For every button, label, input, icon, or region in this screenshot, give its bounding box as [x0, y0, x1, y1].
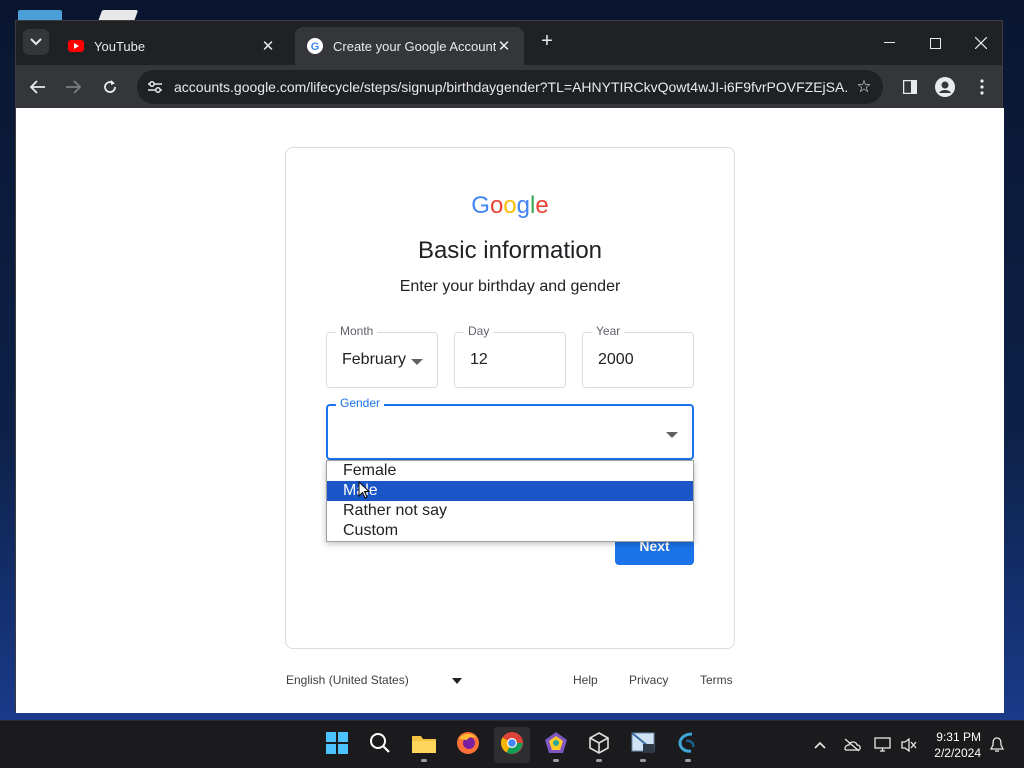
address-bar[interactable]: accounts.google.com/lifecycle/steps/sign…: [137, 70, 883, 104]
privacy-link[interactable]: Privacy: [629, 673, 668, 687]
vm-app-icon: [631, 731, 655, 760]
side-panel-icon[interactable]: [896, 73, 924, 101]
browser-window: YouTube ✕ G Create your Google Account ✕…: [15, 20, 1004, 713]
menu-kebab-icon[interactable]: [968, 73, 996, 101]
clock-time: 9:31 PM: [936, 730, 981, 744]
option-custom[interactable]: Custom: [327, 521, 693, 541]
notification-bell-icon[interactable]: [987, 735, 1007, 755]
clock-date: 2/2/2024: [934, 746, 981, 760]
year-label: Year: [592, 324, 625, 338]
search-icon: [369, 732, 391, 759]
terms-link[interactable]: Terms: [700, 673, 733, 687]
cube-icon: [587, 731, 611, 760]
google-logo: Google: [471, 192, 549, 219]
month-select[interactable]: Month February: [326, 324, 438, 388]
page-viewport: Google Basic information Enter your birt…: [16, 108, 1004, 713]
back-button[interactable]: [24, 73, 52, 101]
tab-google-account[interactable]: G Create your Google Account ✕: [295, 27, 524, 65]
editor-app-icon: [676, 731, 700, 760]
search-button[interactable]: [362, 727, 398, 763]
youtube-icon: [68, 38, 84, 54]
windows-icon: [326, 731, 348, 759]
chrome-icon: [500, 731, 524, 760]
year-value: 2000: [598, 351, 634, 368]
virtualbox-button[interactable]: [581, 727, 617, 763]
tab-title: Create your Google Account: [333, 38, 496, 54]
month-label: Month: [336, 324, 378, 338]
help-link[interactable]: Help: [573, 673, 598, 687]
file-explorer-button[interactable]: [406, 727, 442, 763]
close-window-button[interactable]: [958, 29, 1004, 57]
language-selector[interactable]: English (United States): [286, 673, 409, 687]
folder-icon: [411, 732, 437, 759]
tab-strip: YouTube ✕ G Create your Google Account ✕…: [16, 21, 1002, 65]
editor-app-button[interactable]: [670, 727, 706, 763]
gender-label: Gender: [336, 396, 385, 410]
option-female[interactable]: Female: [327, 461, 693, 481]
volume-muted-icon[interactable]: [899, 735, 919, 755]
url-text[interactable]: accounts.google.com/lifecycle/steps/sign…: [174, 79, 849, 95]
pentagon-app-icon: [544, 731, 568, 760]
dropdown-arrow-icon: [411, 359, 423, 365]
site-settings-icon[interactable]: [146, 78, 164, 96]
day-input[interactable]: Day 12: [454, 324, 566, 388]
mouse-cursor-icon: [358, 480, 371, 504]
firefox-button[interactable]: [450, 727, 486, 763]
close-icon[interactable]: ✕: [496, 37, 512, 55]
onedrive-offline-icon[interactable]: [842, 735, 862, 755]
minimize-button[interactable]: [866, 29, 912, 57]
network-icon[interactable]: [873, 735, 893, 755]
firefox-icon: [456, 731, 480, 760]
system-clock[interactable]: 9:31 PM 2/2/2024: [934, 729, 981, 761]
gender-select[interactable]: Gender: [326, 396, 694, 460]
reload-button[interactable]: [96, 73, 124, 101]
gender-options-list: Female Male Rather not say Custom: [326, 460, 694, 542]
new-tab-button[interactable]: +: [536, 31, 558, 53]
dropdown-arrow-icon[interactable]: [452, 678, 462, 684]
chevron-up-icon[interactable]: [810, 735, 830, 755]
app-button[interactable]: [538, 727, 574, 763]
taskbar: 9:31 PM 2/2/2024: [0, 720, 1024, 768]
signup-card: Google Basic information Enter your birt…: [285, 147, 735, 649]
close-icon[interactable]: ✕: [260, 37, 276, 55]
dropdown-arrow-icon: [666, 432, 678, 438]
day-label: Day: [464, 324, 494, 338]
option-rather-not-say[interactable]: Rather not say: [327, 501, 693, 521]
profile-icon[interactable]: [931, 73, 959, 101]
page-subtitle: Enter your birthday and gender: [399, 278, 621, 295]
tab-search-button[interactable]: [23, 29, 49, 55]
svg-text:G: G: [311, 41, 320, 53]
month-value: February: [342, 351, 407, 368]
forward-button[interactable]: [59, 73, 87, 101]
tab-youtube[interactable]: YouTube ✕: [56, 27, 288, 65]
chevron-down-icon: [30, 35, 42, 49]
page-title: Basic information: [417, 237, 603, 264]
tab-title: YouTube: [94, 38, 146, 54]
option-male[interactable]: Male: [327, 481, 693, 501]
bookmark-star-icon[interactable]: ☆: [849, 77, 879, 97]
year-input[interactable]: Year 2000: [582, 324, 694, 388]
day-value: 12: [470, 351, 488, 368]
chrome-button[interactable]: [494, 727, 530, 763]
vm-app-button[interactable]: [625, 727, 661, 763]
maximize-button[interactable]: [912, 29, 958, 57]
browser-toolbar: accounts.google.com/lifecycle/steps/sign…: [16, 65, 1002, 108]
google-icon: G: [307, 38, 323, 54]
start-button[interactable]: [319, 727, 355, 763]
